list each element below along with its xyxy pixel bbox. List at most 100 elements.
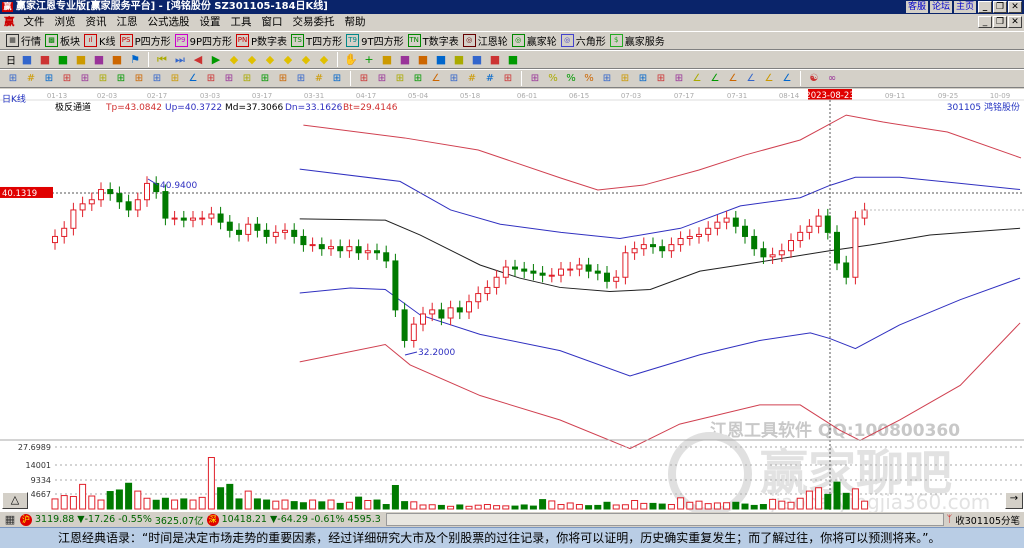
draw-icon[interactable]: ⊞ [636, 72, 650, 86]
toolbar-button-1[interactable]: ▩ 板块 [45, 33, 80, 48]
first-icon[interactable]: ⏮ [155, 53, 169, 67]
brush-icon[interactable]: ⊞ [114, 72, 128, 86]
toolbar-button-2[interactable]: ıl K线 [84, 33, 116, 48]
calendar-icon[interactable]: ▦ [3, 513, 17, 527]
menu-item-5[interactable]: 设置 [200, 14, 221, 31]
menu-item-8[interactable]: 交易委托 [293, 14, 335, 31]
angle-icon[interactable]: ∠ [186, 72, 200, 86]
flag-icon[interactable]: ⚑ [128, 53, 142, 67]
yinyang-icon[interactable]: ☯ [807, 72, 821, 86]
toolbar-button-7[interactable]: T9 9T四方形 [346, 33, 404, 48]
angle4-icon[interactable]: ∠ [708, 72, 722, 86]
toolbar-button-11[interactable]: ◎ 六角形 [560, 33, 606, 48]
diamond-v-icon[interactable]: ◆ [299, 53, 313, 67]
child-minimize-button[interactable]: _ [978, 16, 992, 28]
toolbar-button-8[interactable]: TN T数字表 [407, 33, 459, 48]
gold2-icon[interactable]: ⊞ [60, 72, 74, 86]
chart-icon[interactable]: ■ [20, 53, 34, 67]
line-icon[interactable]: ■ [380, 53, 394, 67]
toolbar-button-0[interactable]: ▦ 行情 [6, 33, 41, 48]
n2-icon[interactable]: ⊞ [168, 72, 182, 86]
service-link[interactable]: 客服 [905, 1, 928, 13]
indicator2-icon[interactable]: ■ [74, 53, 88, 67]
candle-type-icon[interactable]: ■ [92, 53, 106, 67]
circle-icon[interactable]: ⊞ [132, 72, 146, 86]
gold1-icon[interactable]: ⊞ [42, 72, 56, 86]
angle2-icon[interactable]: ∠ [429, 72, 443, 86]
percent-icon[interactable]: % [564, 72, 578, 86]
child-close-button[interactable]: ✕ [1008, 16, 1022, 28]
gold5-icon[interactable]: ⊞ [672, 72, 686, 86]
diamond-h-icon[interactable]: ◆ [281, 53, 295, 67]
kline-chart[interactable]: 江恩工具软件 QQ:100800360 赢家聊吧 jiaoba.yingjia360… [0, 89, 1024, 516]
t-red-icon[interactable]: ⊞ [276, 72, 290, 86]
coin-icon[interactable]: ⊞ [600, 72, 614, 86]
tick-detail-link[interactable]: 收301105分笔 [955, 513, 1020, 527]
arc-icon[interactable]: ⊞ [96, 72, 110, 86]
toolbar-button-6[interactable]: TS T四方形 [291, 33, 342, 48]
wave-icon[interactable]: ∞ [825, 72, 839, 86]
menu-item-3[interactable]: 江恩 [117, 14, 138, 31]
crosshair-icon[interactable]: + [362, 53, 376, 67]
menu-item-0[interactable]: 文件 [24, 14, 45, 31]
next-icon[interactable]: ▶ [209, 53, 223, 67]
angle8-icon[interactable]: ∠ [780, 72, 794, 86]
pattern-icon[interactable]: ■ [398, 53, 412, 67]
last-icon[interactable]: ⏭ [173, 53, 187, 67]
toolbar-button-3[interactable]: PS P四方形 [119, 33, 171, 48]
angle5-icon[interactable]: ∠ [726, 72, 740, 86]
menu-item-7[interactable]: 窗口 [262, 14, 283, 31]
rect-icon[interactable]: ⊞ [357, 72, 371, 86]
cross-star-icon[interactable]: ⊞ [222, 72, 236, 86]
gold4-icon[interactable]: ⊞ [654, 72, 668, 86]
close-button[interactable]: ✕ [1008, 1, 1022, 13]
percent2-icon[interactable]: % [582, 72, 596, 86]
grid2-icon[interactable]: # [465, 72, 479, 86]
formula-icon[interactable]: ■ [110, 53, 124, 67]
period-select[interactable]: 日 [6, 52, 16, 67]
book-icon[interactable]: ■ [470, 53, 484, 67]
chart-canvas[interactable]: 江恩工具软件 QQ:100800360赢家聊吧jiaoba.yingjia360… [0, 89, 1024, 516]
menu-item-4[interactable]: 公式选股 [148, 14, 190, 31]
gann-icon[interactable]: ■ [416, 53, 430, 67]
lines-icon[interactable]: ⊞ [501, 72, 515, 86]
grid3-icon[interactable]: # [483, 72, 497, 86]
square-icon[interactable]: ⊞ [393, 72, 407, 86]
n-line-icon[interactable]: ⊞ [258, 72, 272, 86]
save-icon[interactable]: ■ [488, 53, 502, 67]
horizontal-scrollbar[interactable] [385, 513, 944, 526]
toolbar-button-5[interactable]: PN P数字表 [236, 33, 287, 48]
table-icon[interactable]: ⊞ [528, 72, 542, 86]
forum-link[interactable]: 论坛 [929, 1, 952, 13]
box-red-icon[interactable]: ⊞ [294, 72, 308, 86]
hand-icon[interactable]: ✋ [344, 53, 358, 67]
angle7-icon[interactable]: ∠ [762, 72, 776, 86]
indicator-icon[interactable]: ■ [56, 53, 70, 67]
box-icon[interactable]: ⊞ [240, 72, 254, 86]
menu-item-2[interactable]: 资讯 [86, 14, 107, 31]
grid-red-icon[interactable]: # [312, 72, 326, 86]
calculator-icon[interactable]: ■ [452, 53, 466, 67]
angle3-icon[interactable]: ∠ [690, 72, 704, 86]
home-link[interactable]: 主页 [953, 1, 976, 13]
scroll-right-button[interactable]: → [1005, 492, 1023, 509]
angle6-icon[interactable]: ∠ [744, 72, 758, 86]
menu-item-9[interactable]: 帮助 [345, 14, 366, 31]
parallel-icon[interactable]: ⊞ [150, 72, 164, 86]
diamond-lr-icon[interactable]: ◆ [263, 53, 277, 67]
v-icon[interactable]: ⊞ [447, 72, 461, 86]
toolbar-button-12[interactable]: $ 赢家服务 [609, 33, 665, 48]
menu-item-6[interactable]: 工具 [231, 14, 252, 31]
ray-icon[interactable]: ⊞ [375, 72, 389, 86]
restore-button[interactable]: ❐ [993, 1, 1007, 13]
toolbar-button-10[interactable]: ◎ 赢家轮 [511, 33, 557, 48]
expand-panel-button[interactable]: △ [2, 492, 28, 509]
truck-icon[interactable]: ■ [506, 53, 520, 67]
toolbar-button-4[interactable]: P9 9P四方形 [174, 33, 232, 48]
calendar-icon[interactable]: ■ [434, 53, 448, 67]
diamond-x-icon[interactable]: ◆ [317, 53, 331, 67]
prev-icon[interactable]: ◀ [191, 53, 205, 67]
menu-item-1[interactable]: 浏览 [55, 14, 76, 31]
diamond-up-icon[interactable]: ◆ [227, 53, 241, 67]
period-icon[interactable]: ⊞ [330, 72, 344, 86]
